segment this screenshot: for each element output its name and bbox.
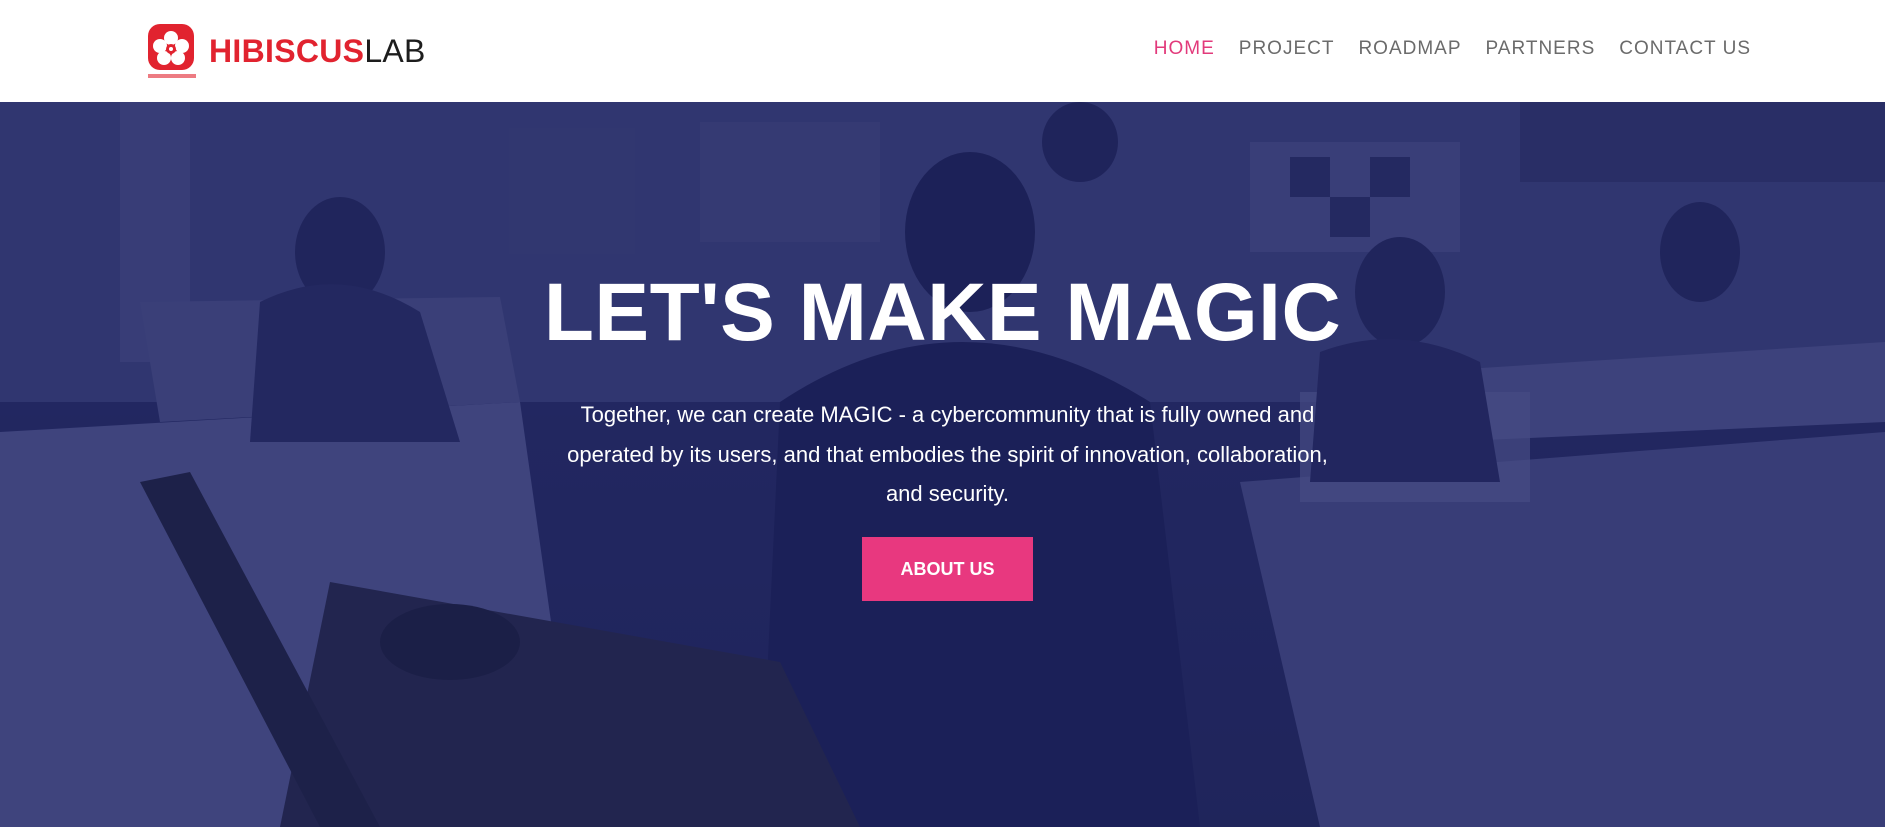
- nav-item-roadmap[interactable]: ROADMAP: [1358, 36, 1461, 62]
- nav-item-project[interactable]: PROJECT: [1239, 36, 1335, 62]
- brand-name-primary: HIBISCUS: [209, 33, 365, 69]
- nav-item-partners[interactable]: PARTNERS: [1486, 36, 1596, 62]
- brand-logo-link[interactable]: HIBISCUSLAB: [146, 22, 426, 80]
- hibiscus-flower-icon: [146, 22, 198, 80]
- main-nav: HOME PROJECT ROADMAP PARTNERS CONTACT US: [1154, 36, 1751, 62]
- nav-item-contact-us[interactable]: CONTACT US: [1619, 36, 1751, 62]
- hero-description: Together, we can create MAGIC - a cyberc…: [567, 402, 1328, 506]
- about-us-button[interactable]: ABOUT US: [862, 537, 1033, 601]
- hero-section: LET'S MAKE MAGIC Together, we can create…: [0, 102, 1885, 827]
- hero-content: LET'S MAKE MAGIC Together, we can create…: [0, 102, 1885, 827]
- brand-name-secondary: LAB: [364, 33, 426, 69]
- brand-name: HIBISCUSLAB: [209, 35, 426, 67]
- hero-title: LET'S MAKE MAGIC: [543, 267, 1342, 358]
- top-navbar: HIBISCUSLAB HOME PROJECT ROADMAP PARTNER…: [0, 0, 1885, 102]
- nav-item-home[interactable]: HOME: [1154, 36, 1215, 62]
